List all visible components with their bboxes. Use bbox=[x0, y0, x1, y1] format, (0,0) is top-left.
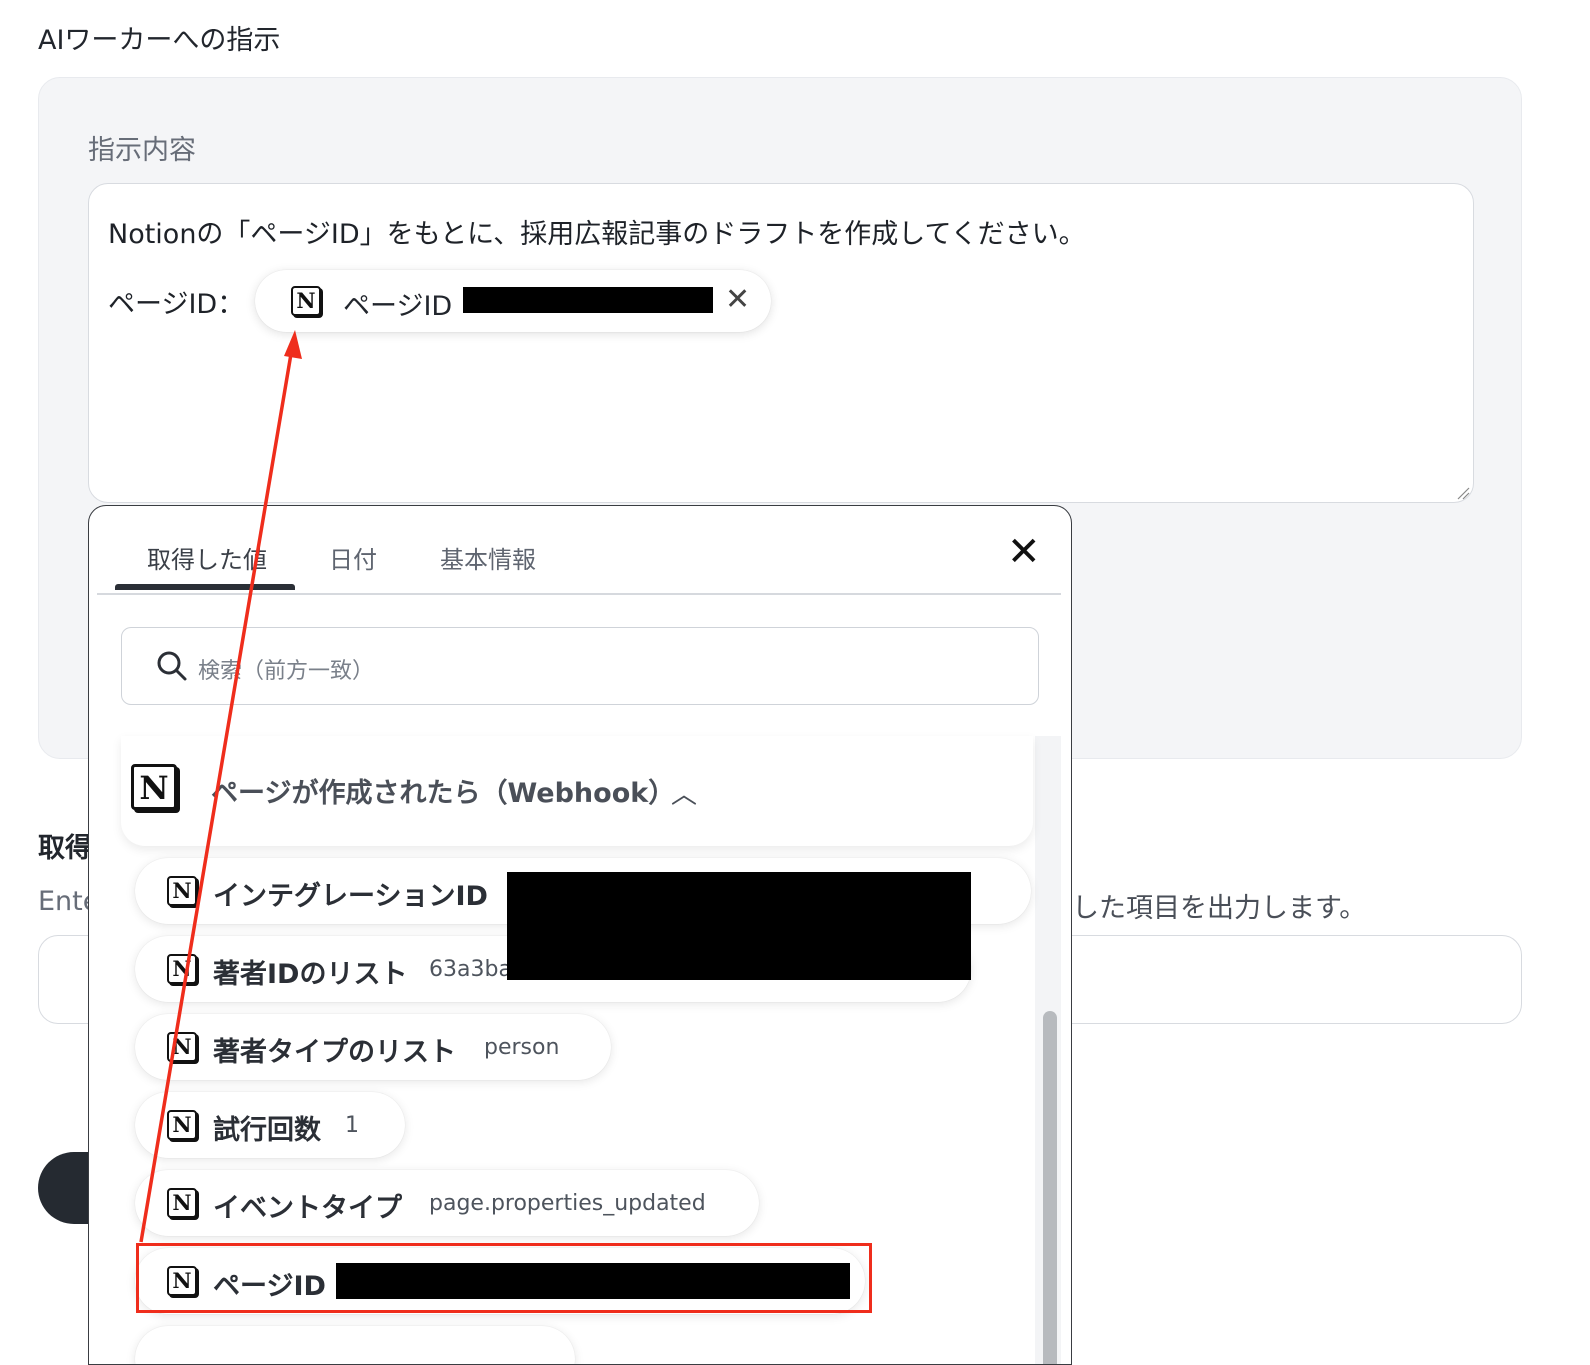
search-placeholder: 検索（前方一致） bbox=[198, 659, 375, 684]
tab-acquired-values[interactable]: 取得した値 bbox=[147, 540, 267, 575]
notion-icon: N bbox=[167, 1032, 197, 1062]
item-label: 試行回数 bbox=[213, 1115, 321, 1146]
active-tab-indicator bbox=[115, 584, 295, 590]
highlight-box bbox=[136, 1243, 872, 1313]
list-item[interactable]: N 著者IDのリスト 63a3ba bbox=[135, 936, 971, 1002]
section2-description-tail: した項目を出力します。 bbox=[1072, 893, 1367, 924]
list-item[interactable]: N 著者タイプのリスト person bbox=[135, 1014, 611, 1080]
notion-icon: N bbox=[167, 876, 197, 906]
item-value: person bbox=[484, 1035, 560, 1060]
notion-icon: N bbox=[131, 764, 177, 810]
list-item[interactable] bbox=[135, 1326, 575, 1364]
item-value: page.properties_updated bbox=[429, 1191, 706, 1216]
item-label: 著者IDのリスト bbox=[213, 959, 408, 990]
instruction-text: Notionの「ページID」をもとに、採用広報記事のドラフトを作成してください。 bbox=[108, 219, 1086, 250]
page-id-label: ページID： bbox=[108, 289, 245, 320]
remove-chip-icon[interactable]: ✕ bbox=[725, 283, 750, 317]
section2-title: 取得 bbox=[38, 833, 92, 864]
list-item[interactable]: N 試行回数 1 bbox=[135, 1092, 405, 1158]
group-title: ページが作成されたら（Webhook） bbox=[211, 778, 676, 809]
search-input[interactable]: 検索（前方一致） bbox=[121, 627, 1039, 705]
notion-icon: N bbox=[291, 286, 321, 316]
item-label: 著者タイプのリスト bbox=[213, 1037, 456, 1068]
section-title: AIワーカーへの指示 bbox=[38, 25, 281, 56]
chip-label: ページID bbox=[343, 291, 453, 322]
item-value: 63a3ba bbox=[429, 957, 512, 982]
item-label: インテグレーションID bbox=[213, 881, 488, 912]
tab-basic-info[interactable]: 基本情報 bbox=[440, 540, 536, 575]
item-value: 1 bbox=[345, 1113, 359, 1138]
redacted-value bbox=[507, 936, 971, 980]
scrollbar-thumb[interactable] bbox=[1043, 1011, 1057, 1364]
trigger-group-header[interactable]: N ページが作成されたら（Webhook） ︿ bbox=[121, 736, 1033, 846]
page-id-variable-chip[interactable]: N ページID ✕ bbox=[255, 270, 771, 332]
notion-icon: N bbox=[167, 1110, 197, 1140]
notion-icon: N bbox=[167, 954, 197, 984]
instruction-label: 指示内容 bbox=[88, 135, 196, 166]
list-item[interactable]: N インテグレーションID bbox=[135, 858, 1031, 980]
close-icon[interactable]: ✕ bbox=[1007, 532, 1041, 572]
item-label: イベントタイプ bbox=[213, 1193, 402, 1224]
tab-divider bbox=[97, 593, 1061, 595]
resize-grip-icon[interactable] bbox=[1456, 486, 1470, 500]
chevron-up-icon[interactable]: ︿ bbox=[671, 774, 697, 811]
variable-picker-popup: 取得した値 日付 基本情報 ✕ 検索（前方一致） N ページが作成されたら（We… bbox=[88, 505, 1072, 1365]
list-item[interactable]: N イベントタイプ page.properties_updated bbox=[135, 1170, 759, 1236]
tab-date[interactable]: 日付 bbox=[329, 540, 377, 575]
notion-icon: N bbox=[167, 1188, 197, 1218]
search-icon bbox=[157, 651, 187, 681]
redacted-value bbox=[463, 287, 713, 313]
